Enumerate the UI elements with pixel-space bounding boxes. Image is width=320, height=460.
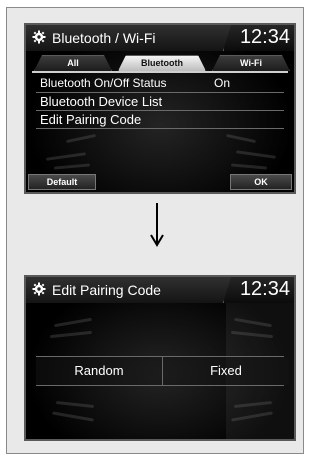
list-item-label: Bluetooth On/Off Status (40, 76, 167, 90)
default-button[interactable]: Default (28, 174, 96, 190)
pairing-code-options: Random Fixed (36, 356, 289, 386)
tab-wifi[interactable]: Wi-Fi (212, 55, 290, 71)
gear-icon (32, 282, 46, 296)
bluetooth-wifi-screen: Bluetooth / Wi-Fi 12:34 All Bluetooth Wi… (24, 23, 296, 194)
list-item-label: Bluetooth Device List (40, 94, 163, 109)
title-bar: Bluetooth / Wi-Fi 12:34 (26, 25, 294, 51)
tab-all[interactable]: All (34, 55, 112, 71)
clock: 12:34 (239, 26, 290, 48)
tab-bar: All Bluetooth Wi-Fi (26, 55, 294, 72)
ok-button[interactable]: OK (230, 174, 292, 190)
edit-pairing-code-screen: Edit Pairing Code 12:34 Random Fixed (24, 275, 296, 441)
clock: 12:34 (239, 278, 290, 300)
settings-list: Bluetooth On/Off Status On Bluetooth Dev… (36, 75, 284, 129)
tab-underline (32, 71, 288, 73)
list-item-bluetooth-status[interactable]: Bluetooth On/Off Status On (36, 75, 284, 93)
list-item-label: Edit Pairing Code (40, 112, 142, 127)
list-item-device-list[interactable]: Bluetooth Device List (36, 93, 284, 111)
title-bar: Edit Pairing Code 12:34 (26, 277, 294, 303)
screen-title: Bluetooth / Wi-Fi (52, 30, 156, 46)
list-item-value: On (214, 76, 231, 90)
down-arrow-icon (150, 203, 164, 247)
screen-title: Edit Pairing Code (52, 282, 161, 298)
list-item-edit-pairing-code[interactable]: Edit Pairing Code (36, 111, 284, 129)
fixed-button[interactable]: Fixed (162, 357, 289, 385)
gear-icon (32, 30, 46, 44)
tab-bluetooth[interactable]: Bluetooth (118, 55, 206, 71)
random-button[interactable]: Random (36, 357, 162, 385)
